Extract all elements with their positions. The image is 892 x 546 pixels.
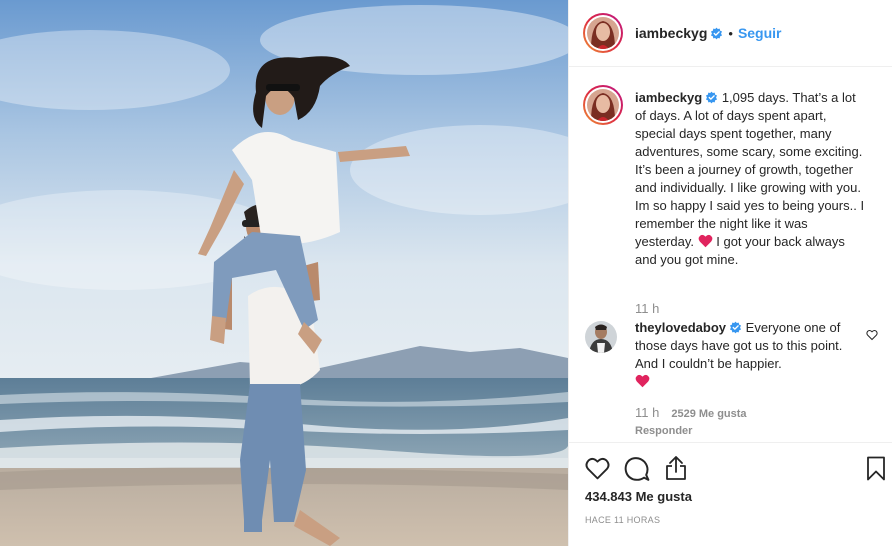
caption-avatar[interactable] bbox=[583, 85, 623, 125]
post-actions: 434.843 Me gusta HACE 11 HORAS bbox=[569, 442, 892, 546]
caption-avatar-image bbox=[587, 89, 619, 121]
comment-avatar[interactable] bbox=[585, 321, 617, 353]
author-avatar[interactable] bbox=[583, 13, 623, 53]
comments-area[interactable]: iambeckyg 1,095 days. That’s a lot of da… bbox=[569, 68, 892, 442]
caption-time: 11 h bbox=[635, 301, 660, 316]
comment-icon[interactable] bbox=[624, 456, 650, 482]
post-photo[interactable] bbox=[0, 0, 568, 546]
comment-avatar-image bbox=[585, 321, 617, 353]
comment-meta: 11 h 2529 Me gusta bbox=[635, 405, 747, 420]
comment-username[interactable]: theylovedaboy bbox=[635, 320, 726, 335]
post-header: iambeckyg • Seguir bbox=[569, 0, 892, 67]
verified-badge-icon bbox=[706, 91, 718, 104]
comment-time: 11 h bbox=[635, 405, 660, 420]
caption-text: iambeckyg 1,095 days. That’s a lot of da… bbox=[635, 89, 870, 269]
header-separator: • bbox=[728, 25, 733, 41]
like-comment-icon[interactable] bbox=[866, 329, 878, 341]
comment-likes[interactable]: 2529 Me gusta bbox=[671, 408, 746, 420]
comment-text: theylovedaboy Everyone one of those days… bbox=[635, 319, 850, 391]
comment-row: theylovedaboy Everyone one of those days… bbox=[583, 320, 880, 437]
post-time-ago: HACE 11 HORAS bbox=[585, 515, 661, 525]
reply-button[interactable]: Responder bbox=[635, 425, 692, 437]
header-username[interactable]: iambeckyg bbox=[635, 25, 707, 41]
caption-row: iambeckyg 1,095 days. That’s a lot of da… bbox=[583, 85, 880, 316]
verified-badge-icon bbox=[730, 321, 742, 334]
follow-button[interactable]: Seguir bbox=[738, 25, 782, 41]
likes-count[interactable]: 434.843 Me gusta bbox=[585, 489, 692, 504]
heart-icon[interactable] bbox=[585, 457, 610, 480]
photo-scene bbox=[0, 0, 568, 546]
bookmark-icon[interactable] bbox=[866, 456, 886, 481]
author-avatar-image bbox=[587, 17, 619, 49]
post-side-panel: iambeckyg • Seguir iambeckyg 1,095 days.… bbox=[568, 0, 892, 546]
red-heart-icon bbox=[635, 374, 650, 388]
caption-username[interactable]: iambeckyg bbox=[635, 90, 702, 105]
verified-badge-icon bbox=[711, 27, 723, 39]
share-icon[interactable] bbox=[665, 455, 687, 481]
caption-body-1: 1,095 days. That’s a lot of days. A lot … bbox=[635, 90, 865, 249]
red-heart-icon bbox=[698, 234, 712, 248]
